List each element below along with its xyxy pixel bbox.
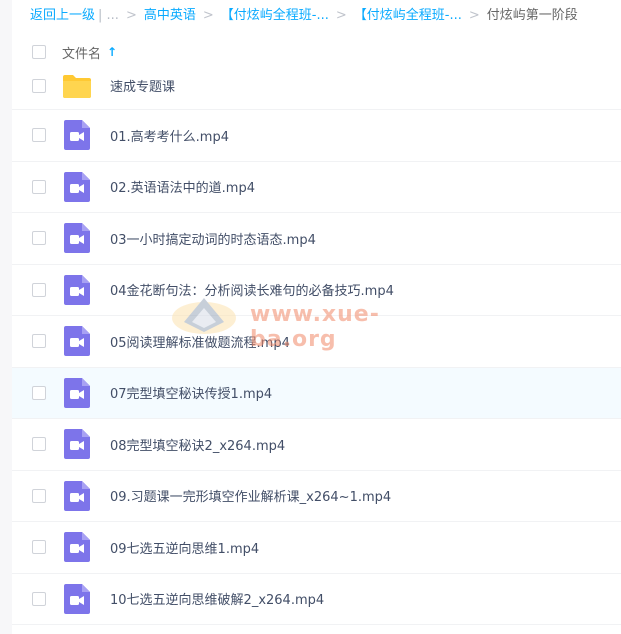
list-item[interactable]: 02.英语语法中的道.mp4: [12, 162, 621, 213]
breadcrumb-ellipsis[interactable]: | ...: [98, 0, 119, 32]
row-checkbox[interactable]: [32, 437, 46, 452]
file-name[interactable]: 10七选五逆向思维破解2_x264.mp4: [110, 589, 324, 608]
row-checkbox[interactable]: [32, 179, 46, 194]
left-sidebar-edge: [0, 0, 12, 634]
file-name[interactable]: 速成专题课: [110, 76, 175, 95]
video-icon: [61, 531, 93, 563]
file-name[interactable]: 03一小时搞定动词的时态语态.mp4: [110, 229, 316, 248]
breadcrumb: 返回上一级 | ... > 高中英语 > 【付炫屿全程班-... > 【付炫屿全…: [30, 0, 578, 32]
row-checkbox[interactable]: [32, 540, 46, 555]
select-all-checkbox[interactable]: [32, 45, 46, 59]
video-icon: [61, 428, 93, 460]
list-item[interactable]: 07完型填空秘诀传授1.mp4: [12, 367, 621, 419]
file-name[interactable]: 02.英语语法中的道.mp4: [110, 177, 255, 196]
video-icon: [61, 583, 93, 615]
row-checkbox[interactable]: [32, 231, 46, 246]
file-name[interactable]: 01.高考考什么.mp4: [110, 126, 229, 145]
file-name[interactable]: 08完型填空秘诀2_x264.mp4: [110, 435, 285, 454]
breadcrumb-separator: >: [468, 8, 480, 23]
back-link[interactable]: 返回上一级: [30, 0, 95, 32]
list-item[interactable]: 05阅读理解标准做题流程.mp4: [12, 316, 621, 368]
file-name[interactable]: 07完型填空秘诀传授1.mp4: [110, 383, 272, 402]
sort-ascending-icon[interactable]: ↑: [107, 45, 117, 59]
row-checkbox[interactable]: [32, 334, 46, 349]
file-name[interactable]: 04金花断句法：分析阅读长难句的必备技巧.mp4: [110, 280, 394, 299]
video-icon: [61, 274, 93, 306]
video-icon: [61, 377, 93, 409]
folder-icon: [61, 70, 93, 102]
row-checkbox[interactable]: [32, 488, 46, 503]
breadcrumb-item-gaozhong[interactable]: 高中英语: [144, 0, 196, 32]
list-item[interactable]: 09.习题课一完形填空作业解析课_x264~1.mp4: [12, 471, 621, 522]
row-checkbox[interactable]: [32, 282, 46, 297]
file-name[interactable]: 05阅读理解标准做题流程.mp4: [110, 332, 290, 351]
row-checkbox[interactable]: [32, 128, 46, 143]
video-icon: [61, 325, 93, 357]
list-item[interactable]: 09七选五逆向思维1.mp4: [12, 522, 621, 574]
video-icon: [61, 480, 93, 512]
video-icon: [61, 222, 93, 254]
breadcrumb-separator: >: [202, 8, 214, 23]
row-checkbox[interactable]: [32, 78, 46, 93]
list-item[interactable]: 10七选五逆向思维破解2_x264.mp4: [12, 574, 621, 625]
breadcrumb-item-course-2[interactable]: 【付炫屿全程班-...: [354, 0, 462, 32]
row-checkbox[interactable]: [32, 591, 46, 606]
list-item[interactable]: 01.高考考什么.mp4: [12, 110, 621, 162]
file-list: 速成专题课 01.高考考什么.mp4 02.英语语法中的道.mp4 03一小时搞…: [12, 62, 621, 625]
column-header-filename[interactable]: 文件名: [62, 43, 101, 62]
list-item[interactable]: 03一小时搞定动词的时态语态.mp4: [12, 213, 621, 265]
breadcrumb-separator: >: [125, 8, 137, 23]
file-name[interactable]: 09.习题课一完形填空作业解析课_x264~1.mp4: [110, 486, 391, 505]
video-icon: [61, 171, 93, 203]
breadcrumb-current: 付炫屿第一阶段: [486, 8, 578, 23]
list-item[interactable]: 08完型填空秘诀2_x264.mp4: [12, 419, 621, 471]
breadcrumb-item-course-1[interactable]: 【付炫屿全程班-...: [221, 0, 329, 32]
row-checkbox[interactable]: [32, 385, 46, 400]
file-name[interactable]: 09七选五逆向思维1.mp4: [110, 538, 259, 557]
video-icon: [61, 119, 93, 151]
breadcrumb-separator: >: [335, 8, 347, 23]
list-item[interactable]: 速成专题课: [12, 62, 621, 110]
list-item[interactable]: 04金花断句法：分析阅读长难句的必备技巧.mp4: [12, 265, 621, 316]
